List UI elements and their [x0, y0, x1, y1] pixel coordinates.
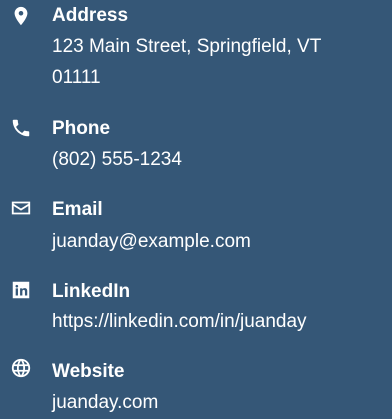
address-label: Address: [52, 5, 129, 26]
email-link[interactable]: juanday@example.com: [52, 228, 251, 255]
map-pin-icon: [10, 5, 32, 27]
email-label: Email: [52, 199, 103, 220]
phone-label: Phone: [52, 118, 111, 139]
phone-icon: [10, 117, 32, 139]
linkedin-icon: [10, 279, 32, 301]
address-line2: 01111: [52, 67, 101, 88]
website-link[interactable]: juanday.com: [52, 389, 158, 416]
linkedin-link[interactable]: https://linkedin.com/in/juanday: [52, 308, 307, 335]
globe-icon: [10, 357, 32, 379]
envelope-icon: [10, 197, 32, 219]
website-label: Website: [52, 361, 125, 382]
phone-link[interactable]: (802) 555-1234: [52, 146, 182, 173]
linkedin-label: LinkedIn: [52, 281, 131, 302]
contact-list: Address 123 Main Street, Springfield, VT…: [0, 0, 392, 419]
address-line1: 123 Main Street, Springfield, VT: [52, 36, 322, 57]
